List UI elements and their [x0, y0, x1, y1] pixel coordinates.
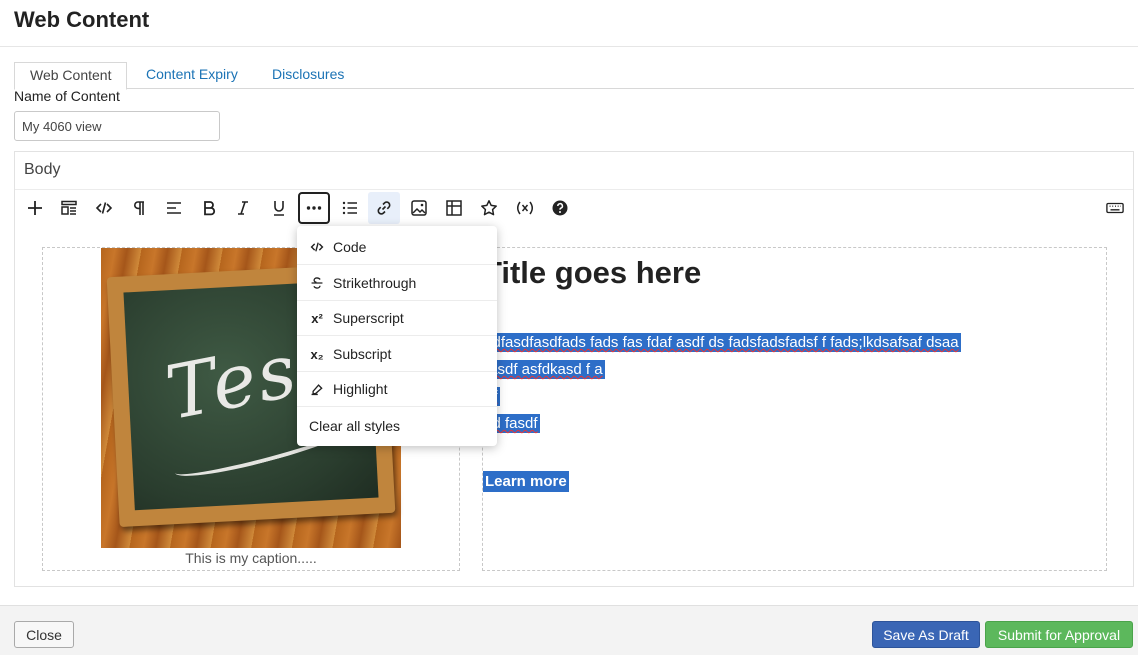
page-title: Web Content — [14, 7, 150, 32]
code-icon[interactable] — [88, 192, 120, 224]
footer-bar: Close Save As Draft Submit for Approval — [0, 605, 1138, 655]
bold-icon[interactable] — [193, 192, 225, 224]
tab-bar: Web Content Content Expiry Disclosures — [14, 62, 1134, 90]
tab-web-content[interactable]: Web Content — [14, 62, 128, 90]
table-icon[interactable] — [438, 192, 470, 224]
body-label: Body — [24, 161, 61, 178]
menu-item-strikethrough[interactable]: Strikethrough — [297, 266, 497, 301]
selected-text-line[interactable]: sdfasdfasdfads fads fas fdaf asdf ds fad… — [483, 333, 961, 352]
superscript-icon: x² — [311, 310, 323, 326]
content-title[interactable]: Title goes here — [483, 255, 701, 291]
save-as-draft-button[interactable]: Save As Draft — [872, 621, 980, 648]
name-of-content-label: Name of Content — [14, 88, 120, 104]
image-icon[interactable] — [403, 192, 435, 224]
menu-item-label: Clear all styles — [309, 417, 401, 434]
menu-item-label: Superscript — [333, 310, 404, 326]
menu-item-highlight[interactable]: Highlight — [297, 372, 497, 407]
tab-content-expiry[interactable]: Content Expiry — [146, 62, 238, 89]
close-button[interactable]: Close — [14, 621, 74, 648]
highlight-icon — [309, 382, 325, 396]
code-icon — [309, 240, 325, 254]
more-icon[interactable] — [298, 192, 330, 224]
template-icon[interactable] — [53, 192, 85, 224]
menu-item-label: Code — [333, 239, 367, 255]
bullet-list-icon[interactable] — [334, 192, 366, 224]
menu-item-code[interactable]: Code — [297, 230, 497, 265]
menu-item-label: Strikethrough — [333, 275, 417, 291]
variable-icon[interactable] — [509, 192, 541, 224]
italic-icon[interactable] — [227, 192, 259, 224]
menu-item-label: Subscript — [333, 346, 392, 362]
menu-item-label: Highlight — [333, 381, 388, 397]
underline-icon[interactable] — [263, 192, 295, 224]
tab-disclosures[interactable]: Disclosures — [272, 62, 344, 89]
learn-more-link[interactable]: Learn more — [483, 471, 569, 492]
selected-text-line[interactable]: fasdf asfdkasd f a — [483, 360, 605, 379]
more-formatting-menu: Code Strikethrough x² Superscript x₂ Sub… — [297, 226, 497, 446]
plus-icon[interactable] — [19, 192, 51, 224]
star-icon[interactable] — [473, 192, 505, 224]
subscript-icon: x₂ — [310, 346, 324, 362]
align-left-icon[interactable] — [158, 192, 190, 224]
paragraph-icon[interactable] — [123, 192, 155, 224]
submit-for-approval-button[interactable]: Submit for Approval — [985, 621, 1133, 648]
keyboard-icon[interactable] — [1099, 192, 1131, 224]
text-block[interactable]: Title goes here sdfasdfasdfads fads fas … — [482, 247, 1107, 571]
help-icon[interactable] — [544, 192, 576, 224]
image-caption[interactable]: This is my caption..... — [43, 550, 459, 566]
name-of-content-input[interactable] — [14, 111, 220, 141]
menu-item-clear-all-styles[interactable]: Clear all styles — [297, 408, 497, 443]
strikethrough-icon — [309, 276, 325, 290]
divider — [15, 189, 1133, 190]
link-icon[interactable] — [368, 192, 400, 224]
page-header: Web Content — [0, 0, 1138, 47]
editor-content[interactable]: Test This is my caption..... Title goes … — [15, 226, 1133, 655]
menu-item-subscript[interactable]: x₂ Subscript — [297, 337, 497, 372]
rich-text-editor: Body Test This is my caption..... Title … — [14, 151, 1134, 655]
menu-item-superscript[interactable]: x² Superscript — [297, 301, 497, 336]
